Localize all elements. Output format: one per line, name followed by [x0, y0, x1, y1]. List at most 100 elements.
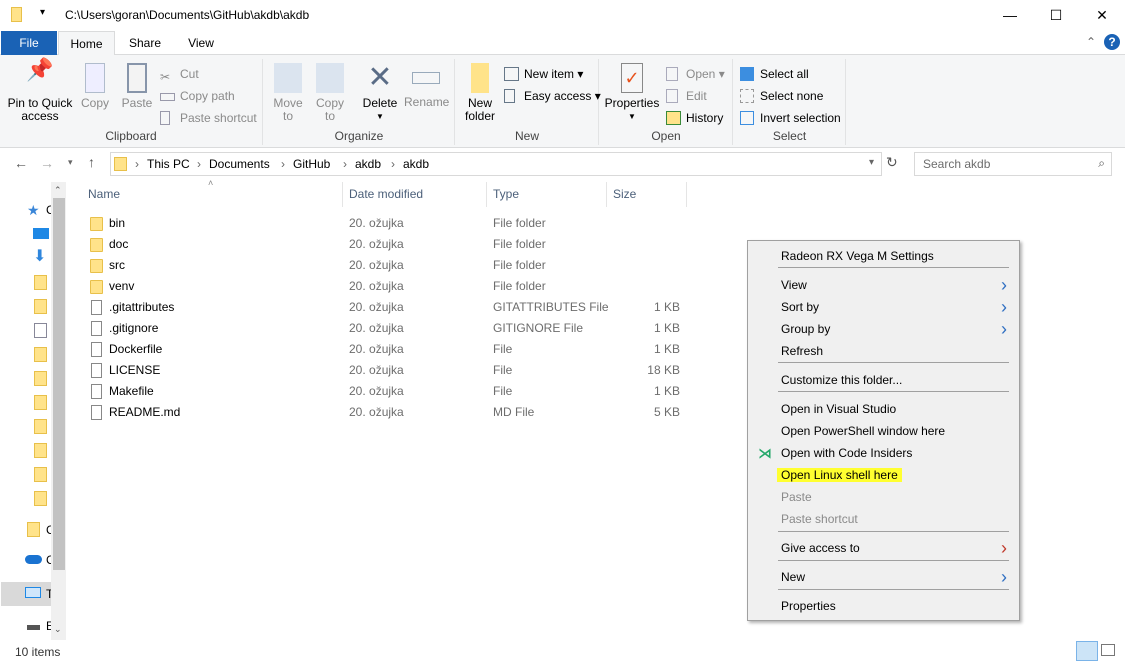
recent-locations-dropdown[interactable]: ▾ — [68, 157, 73, 168]
file-date: 20. ožujka — [349, 342, 404, 356]
column-type[interactable]: Type — [487, 182, 607, 207]
move-to-button[interactable]: Move to — [270, 59, 306, 123]
select-all-button[interactable]: Select all — [740, 64, 809, 84]
menu-item-new[interactable]: New — [781, 567, 805, 587]
copy-to-button[interactable]: Copy to — [312, 59, 348, 123]
quick-access-dropdown[interactable]: ▾ — [40, 7, 45, 18]
close-button[interactable]: ✕ — [1079, 0, 1125, 31]
file-name: .gitattributes — [109, 300, 175, 314]
menu-item-sort-by[interactable]: Sort by — [781, 297, 819, 317]
menu-item-label: Give access to — [781, 541, 860, 555]
file-size: 18 KB — [647, 363, 680, 377]
address-dropdown[interactable]: ▾ — [869, 157, 874, 168]
new-item-button[interactable]: New item ▾ — [504, 64, 583, 84]
paste-shortcut-button[interactable]: Paste shortcut — [160, 108, 257, 128]
menu-item-view[interactable]: View — [781, 275, 807, 295]
file-size: 1 KB — [653, 342, 680, 356]
clipboard-group: 📌 Pin to Quick access Copy Paste ✂ Cut Copy… — [0, 59, 263, 145]
menu-item-paste-shortcut[interactable]: Paste shortcut — [781, 509, 858, 529]
tab-home[interactable]: Home — [58, 31, 115, 56]
column-size[interactable]: Size — [607, 182, 687, 207]
file-name: Dockerfile — [109, 342, 163, 356]
search-input[interactable]: Search akdb ⌕ — [914, 152, 1112, 176]
file-icon — [91, 405, 102, 420]
menu-item-refresh[interactable]: Refresh — [781, 341, 823, 361]
new-folder-button[interactable]: New folder — [462, 59, 498, 123]
scroll-up-arrow[interactable]: ⌃ — [54, 185, 62, 196]
file-date: 20. ožujka — [349, 363, 404, 377]
tab-share[interactable]: Share — [118, 31, 172, 55]
menu-separator — [778, 560, 1009, 561]
easy-access-button[interactable]: Easy access ▾ — [504, 86, 601, 106]
menu-item-group-by[interactable]: Group by — [781, 319, 830, 339]
collapse-ribbon-icon[interactable]: ⌃ — [1086, 35, 1096, 49]
minimize-button[interactable]: — — [987, 0, 1033, 31]
open-button[interactable]: Open ▾ — [666, 64, 725, 84]
help-icon[interactable]: ? — [1104, 34, 1120, 50]
menu-item-customize-this-folder[interactable]: Customize this folder... — [781, 370, 902, 390]
file-name: Makefile — [109, 384, 154, 398]
file-row[interactable]: doc 20. ožujka File folder — [80, 234, 690, 255]
tab-view[interactable]: View — [175, 31, 227, 55]
file-row[interactable]: bin 20. ožujka File folder — [80, 213, 690, 234]
breadcrumb-this-pc[interactable]: This PC — [147, 157, 190, 171]
large-icons-view-button[interactable] — [1101, 644, 1115, 656]
address-bar[interactable]: › This PC › Documents › GitHub › akdb › … — [110, 152, 882, 176]
submenu-chevron-icon: › — [1001, 567, 1007, 587]
tab-file[interactable]: File — [1, 31, 57, 55]
nav-scrollbar-thumb[interactable] — [53, 198, 65, 570]
menu-item-open-with-code-insiders[interactable]: Open with Code Insiders — [781, 443, 912, 463]
menu-item-label: Paste shortcut — [781, 512, 858, 526]
folder-icon — [34, 275, 47, 290]
file-row[interactable]: README.md 20. ožujka MD File 5 KB — [80, 402, 690, 423]
pin-quick-access-button[interactable]: 📌 Pin to Quick access — [5, 59, 75, 123]
forward-button[interactable]: → — [40, 155, 54, 171]
breadcrumb-akdb[interactable]: akdb — [355, 157, 381, 171]
details-view-button[interactable] — [1076, 641, 1098, 661]
file-row[interactable]: Dockerfile 20. ožujka File 1 KB — [80, 339, 690, 360]
menu-item-give-access-to[interactable]: Give access to — [781, 538, 860, 558]
refresh-button[interactable]: ↻ — [886, 154, 898, 171]
scroll-down-arrow[interactable]: ⌄ — [54, 624, 62, 635]
menu-item-open-in-visual-studio[interactable]: Open in Visual Studio — [781, 399, 896, 419]
new-group-label: New — [514, 129, 539, 143]
delete-button[interactable]: ✕ Delete ▼ — [360, 59, 400, 123]
up-button[interactable]: ↑ — [88, 154, 95, 170]
column-date-modified[interactable]: Date modified — [343, 182, 487, 207]
back-button[interactable]: ← — [14, 155, 28, 171]
breadcrumb-github[interactable]: GitHub — [293, 157, 330, 171]
rename-button[interactable]: Rename — [404, 59, 449, 109]
history-button[interactable]: History — [666, 108, 723, 128]
paste-button[interactable]: Paste — [119, 59, 155, 110]
menu-item-open-linux-shell-here[interactable]: Open Linux shell here — [777, 465, 902, 485]
invert-selection-button[interactable]: Invert selection — [740, 108, 841, 128]
file-row[interactable]: .gitignore 20. ožujka GITIGNORE File 1 K… — [80, 318, 690, 339]
menu-item-paste[interactable]: Paste — [781, 487, 812, 507]
file-row[interactable]: venv 20. ožujka File folder — [80, 276, 690, 297]
file-row[interactable]: src 20. ožujka File folder — [80, 255, 690, 276]
file-row[interactable]: LICENSE 20. ožujka File 18 KB — [80, 360, 690, 381]
breadcrumb-documents[interactable]: Documents — [209, 157, 270, 171]
properties-button[interactable]: ✓ Properties ▼ — [604, 59, 660, 123]
breadcrumb-akdb-current[interactable]: akdb — [403, 157, 429, 171]
copy-button[interactable]: Copy — [77, 59, 113, 110]
menu-item-open-powershell-window-here[interactable]: Open PowerShell window here — [781, 421, 945, 441]
maximize-button[interactable]: ☐ — [1033, 0, 1079, 31]
copy-path-button[interactable]: Copy path — [160, 86, 235, 106]
open-icon — [666, 67, 678, 81]
file-date: 20. ožujka — [349, 279, 404, 293]
cut-button[interactable]: ✂ Cut — [160, 64, 199, 84]
open-group: ✓ Properties ▼ Open ▾ Edit History Open — [600, 59, 733, 145]
file-row[interactable]: .gitattributes 20. ožujka GITATTRIBUTES … — [80, 297, 690, 318]
file-row[interactable]: Makefile 20. ožujka File 1 KB — [80, 381, 690, 402]
select-none-icon — [740, 89, 754, 103]
menu-item-properties[interactable]: Properties — [781, 596, 836, 616]
clipboard-group-label: Clipboard — [105, 129, 157, 143]
copy-path-icon — [160, 93, 175, 101]
file-type: File folder — [493, 258, 546, 272]
select-none-button[interactable]: Select none — [740, 86, 823, 106]
menu-item-radeon-rx-vega-m-settings[interactable]: Radeon RX Vega M Settings — [781, 246, 934, 266]
edit-button[interactable]: Edit — [666, 86, 707, 106]
search-icon: ⌕ — [1098, 156, 1105, 170]
file-name: .gitignore — [109, 321, 159, 335]
